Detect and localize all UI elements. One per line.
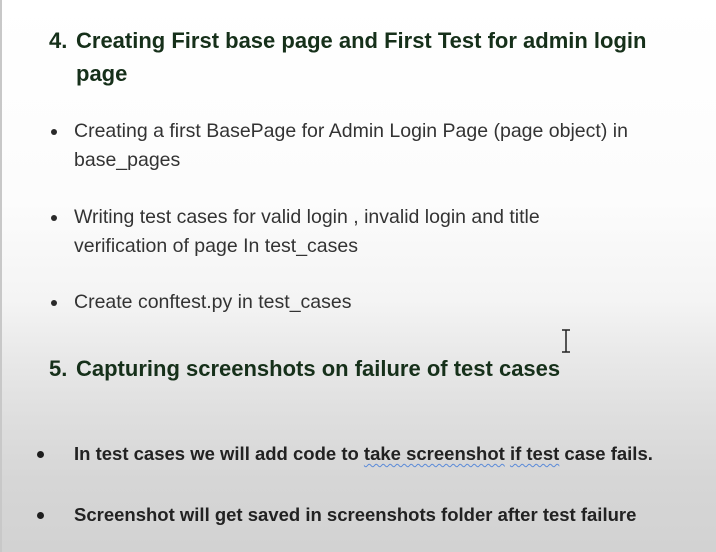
text-cursor-icon <box>562 329 570 353</box>
bullet-dot-icon <box>51 215 57 221</box>
bullet-dot-icon <box>51 300 57 306</box>
spellcheck-text-take-screenshot: take screenshot <box>363 443 505 464</box>
section-5-title: Capturing screenshots on failure of test… <box>76 356 561 381</box>
list-item-text: Creating a first BasePage for Admin Logi… <box>74 120 628 171</box>
list-item-text: Create conftest.py in test_cases <box>74 291 352 313</box>
list-item-text-1: In test cases we will add code to <box>74 443 364 464</box>
bullet-dot-icon <box>37 512 44 519</box>
list-item: Creating a first BasePage for Admin Logi… <box>51 117 704 175</box>
section-4-heading: 4. Creating First base page and First Te… <box>49 24 669 90</box>
page-edge <box>0 0 2 552</box>
list-item: Screenshot will get saved in screenshots… <box>37 500 714 530</box>
bullet-dot-icon <box>51 129 57 135</box>
spellcheck-text-if-test: if test <box>509 443 560 464</box>
list-item-text: Writing test cases for valid login , inv… <box>74 206 540 257</box>
list-item: Writing test cases for valid login , inv… <box>51 203 604 261</box>
list-item: In test cases we will add code to take s… <box>37 439 699 469</box>
section-4-title: Creating First base page and First Test … <box>76 28 647 86</box>
section-4-number: 4. <box>49 28 68 53</box>
list-item-text: Screenshot will get saved in screenshots… <box>74 504 637 525</box>
section-5-heading: 5. Capturing screenshots on failure of t… <box>49 352 699 385</box>
section-5-number: 5. <box>49 356 68 381</box>
list-item: Create conftest.py in test_cases <box>51 288 674 317</box>
bullet-dot-icon <box>37 451 44 458</box>
list-item-text-3: case fails. <box>559 443 653 464</box>
